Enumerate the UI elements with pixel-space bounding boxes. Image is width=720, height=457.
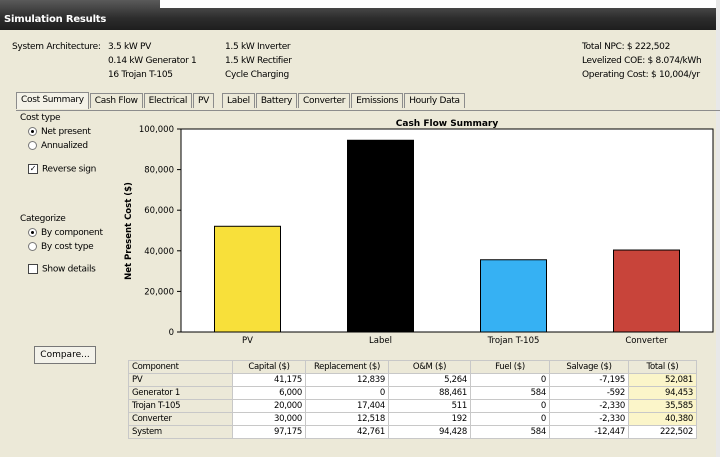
table-cell: 222,502 bbox=[628, 425, 697, 439]
y-axis-label: Net Present Cost ($) bbox=[124, 182, 134, 280]
table-row[interactable]: Trojan T-105 20,000 17,404 511 0 -2,330 35,585 bbox=[128, 399, 697, 413]
header-cell: Fuel ($) bbox=[470, 360, 550, 374]
cash-flow-chart: Cash Flow Summary Net Present Cost ($) 0… bbox=[124, 119, 714, 346]
table-row[interactable]: System 97,175 42,761 94,428 584 -12,447 222,50… bbox=[128, 425, 697, 439]
y-tick-label: 0 bbox=[169, 328, 174, 338]
table-cell: 584 bbox=[470, 386, 550, 400]
bar-converter bbox=[613, 249, 680, 333]
table-cell: -2,330 bbox=[549, 399, 629, 413]
table-cell: 17,404 bbox=[305, 399, 389, 413]
table-cell: 88,461 bbox=[388, 386, 471, 400]
table-cell: 41,175 bbox=[232, 373, 306, 387]
table-cell: Generator 1 bbox=[128, 386, 233, 400]
table-cell: 94,453 bbox=[628, 386, 697, 400]
table-cell: Converter bbox=[128, 412, 233, 426]
header-cell: Total ($) bbox=[628, 360, 697, 374]
table-cell: -592 bbox=[549, 386, 629, 400]
x-tick-label: Label bbox=[369, 336, 392, 346]
bar-label bbox=[347, 139, 414, 333]
table-cell: 0 bbox=[470, 412, 550, 426]
table-cell: 192 bbox=[388, 412, 471, 426]
table-cell: PV bbox=[128, 373, 233, 387]
table-cell: -2,330 bbox=[549, 412, 629, 426]
table-cell: 12,839 bbox=[305, 373, 389, 387]
table-cell: 0 bbox=[470, 373, 550, 387]
table-cell: 30,000 bbox=[232, 412, 306, 426]
x-labels: PV Label Trojan T-105 Converter bbox=[242, 336, 668, 346]
table-cell: 12,518 bbox=[305, 412, 389, 426]
table-cell: 5,264 bbox=[388, 373, 471, 387]
header-cell: Component bbox=[128, 360, 233, 374]
y-tick-label: 100,000 bbox=[139, 125, 174, 135]
header-cell: Replacement ($) bbox=[305, 360, 389, 374]
y-tick-label: 20,000 bbox=[144, 287, 174, 297]
chart-title: Cash Flow Summary bbox=[396, 119, 499, 129]
table-cell: 40,380 bbox=[628, 412, 697, 426]
header-cell: Capital ($) bbox=[232, 360, 306, 374]
table-row[interactable]: Generator 1 6,000 0 88,461 584 -592 94,453 bbox=[128, 386, 697, 400]
table-cell: 0 bbox=[470, 399, 550, 413]
y-tick-label: 40,000 bbox=[144, 247, 174, 257]
table-cell: 511 bbox=[388, 399, 471, 413]
table-row[interactable]: PV 41,175 12,839 5,264 0 -7,195 52,081 bbox=[128, 373, 697, 387]
table-cell: -7,195 bbox=[549, 373, 629, 387]
y-ticks: 0 20,000 40,000 60,000 80,000 100,000 bbox=[139, 125, 181, 338]
table-cell: 584 bbox=[470, 425, 550, 439]
table-cell: System bbox=[128, 425, 233, 439]
bar-trojan-t-105 bbox=[480, 259, 547, 333]
y-tick-label: 60,000 bbox=[144, 206, 174, 216]
header-cell: O&M ($) bbox=[388, 360, 471, 374]
table-cell: Trojan T-105 bbox=[128, 399, 233, 413]
table-cell: 94,428 bbox=[388, 425, 471, 439]
table-cell: 6,000 bbox=[232, 386, 306, 400]
bar-pv bbox=[214, 225, 281, 333]
x-tick-label: PV bbox=[242, 336, 253, 346]
table-cell: 42,761 bbox=[305, 425, 389, 439]
table-cell: 20,000 bbox=[232, 399, 306, 413]
table-header: Component Capital ($) Replacement ($) O&… bbox=[128, 360, 697, 374]
table-row[interactable]: Converter 30,000 12,518 192 0 -2,330 40,380 bbox=[128, 412, 697, 426]
table-cell: 0 bbox=[305, 386, 389, 400]
x-tick-label: Converter bbox=[625, 336, 668, 346]
header-cell: Salvage ($) bbox=[549, 360, 629, 374]
y-tick-label: 80,000 bbox=[144, 166, 174, 176]
x-tick-label: Trojan T-105 bbox=[487, 336, 540, 346]
cost-table: Component Capital ($) Replacement ($) O&… bbox=[128, 360, 697, 439]
table-cell: 35,585 bbox=[628, 399, 697, 413]
table-cell: 52,081 bbox=[628, 373, 697, 387]
table-cell: 97,175 bbox=[232, 425, 306, 439]
table-cell: -12,447 bbox=[549, 425, 629, 439]
